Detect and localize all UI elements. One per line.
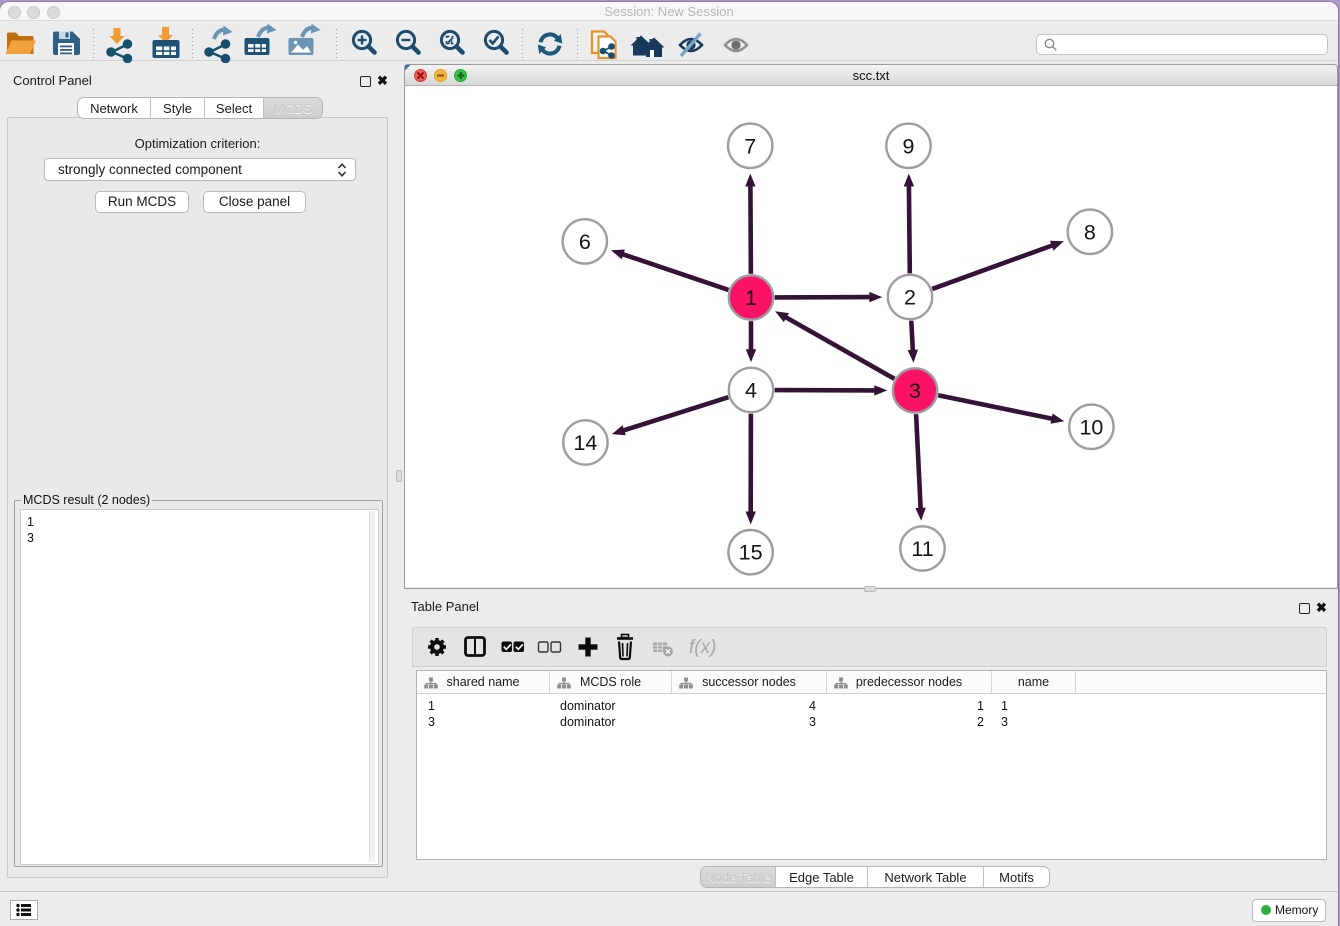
svg-text:2: 2 [904, 286, 916, 310]
svg-text:1: 1 [745, 286, 757, 310]
svg-text:8: 8 [1084, 220, 1096, 244]
svg-text:14: 14 [573, 431, 597, 455]
svg-text:6: 6 [579, 230, 591, 254]
svg-text:3: 3 [909, 379, 921, 403]
svg-text:f(x): f(x) [689, 637, 716, 658]
svg-text:11: 11 [911, 537, 933, 561]
svg-text:9: 9 [903, 134, 915, 158]
svg-text:10: 10 [1079, 415, 1103, 439]
svg-text:7: 7 [744, 134, 756, 158]
svg-text:15: 15 [739, 541, 763, 565]
svg-text:4: 4 [745, 379, 757, 403]
